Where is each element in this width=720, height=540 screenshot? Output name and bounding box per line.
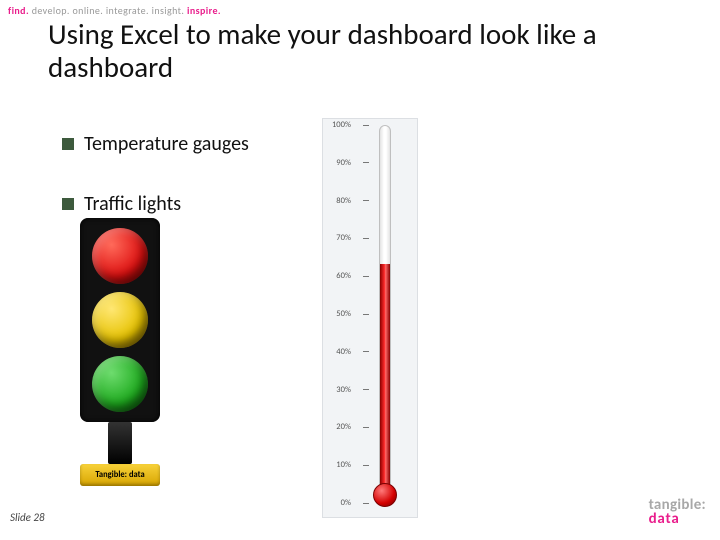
traffic-yellow-lamp-icon: [92, 292, 148, 348]
gauge-tick-line: [363, 389, 369, 390]
traffic-light-body: [80, 218, 160, 422]
gauge-tick: 50%: [325, 309, 369, 319]
gauge-tick: 100%: [325, 120, 369, 130]
gauge-tick-line: [363, 427, 369, 428]
bullet-label: Temperature gauges: [84, 132, 249, 156]
traffic-light-pole: [108, 422, 132, 464]
gauge-tick-label: 70%: [325, 233, 355, 243]
traffic-light-base-label: Tangible: data: [95, 470, 144, 480]
gauge-tick: 90%: [325, 158, 369, 168]
gauge-tick: 80%: [325, 196, 369, 206]
list-item: Temperature gauges: [62, 132, 302, 156]
thermometer-tube: [379, 125, 391, 491]
traffic-light-base: Tangible: data: [80, 464, 160, 486]
gauge-tick-label: 80%: [325, 196, 355, 206]
brand-logo: tangible: data: [649, 498, 706, 527]
tagline-word: find.: [8, 4, 29, 17]
gauge-tick-line: [363, 200, 369, 201]
thermometer-bulb-icon: [373, 483, 397, 507]
gauge-tick-label: 60%: [325, 271, 355, 281]
gauge-tick-line: [363, 276, 369, 277]
gauge-tick-line: [363, 238, 369, 239]
gauge-tick-label: 50%: [325, 309, 355, 319]
bullet-square-icon: [62, 198, 74, 210]
gauge-tick: 0%: [325, 498, 369, 508]
bullet-square-icon: [62, 138, 74, 150]
slide-title: Using Excel to make your dashboard look …: [48, 18, 700, 85]
gauge-tick-line: [363, 314, 369, 315]
thermometer-fill: [380, 264, 390, 490]
gauge-tick-label: 10%: [325, 460, 355, 470]
gauge-tick-line: [363, 351, 369, 352]
gauge-tick-label: 90%: [325, 158, 355, 168]
gauge-tick: 30%: [325, 385, 369, 395]
bullet-label: Traffic lights: [84, 192, 181, 216]
logo-line-2: data: [649, 512, 706, 526]
gauge-tick: 70%: [325, 233, 369, 243]
gauge-axis: 100%90%80%70%60%50%40%30%20%10%0%: [325, 119, 369, 501]
gauge-tick-line: [363, 125, 369, 126]
gauge-tick-label: 20%: [325, 422, 355, 432]
gauge-tick-label: 30%: [325, 385, 355, 395]
gauge-tick: 60%: [325, 271, 369, 281]
gauge-tick-line: [363, 503, 369, 504]
gauge-tick: 40%: [325, 347, 369, 357]
traffic-red-lamp-icon: [92, 228, 148, 284]
traffic-light-graphic: Tangible: data: [80, 218, 160, 486]
gauge-tick: 20%: [325, 422, 369, 432]
gauge-tick-label: 40%: [325, 347, 355, 357]
slide: find. develop. online. integrate. insigh…: [0, 0, 720, 540]
traffic-green-lamp-icon: [92, 356, 148, 412]
gauge-tick-line: [363, 465, 369, 466]
thermometer: [375, 125, 395, 501]
list-item: Traffic lights: [62, 192, 302, 216]
thermometer-gauge: 100% 90% 80% 70% 60% 50% 40% 30% 20% 10% 0%: [322, 118, 418, 518]
gauge-tick-label: 100%: [325, 120, 355, 130]
gauge-tick: 10%: [325, 460, 369, 470]
slide-number: Slide 28: [10, 511, 45, 524]
gauge-tick-line: [363, 162, 369, 163]
gauge-tick-label: 0%: [325, 498, 355, 508]
